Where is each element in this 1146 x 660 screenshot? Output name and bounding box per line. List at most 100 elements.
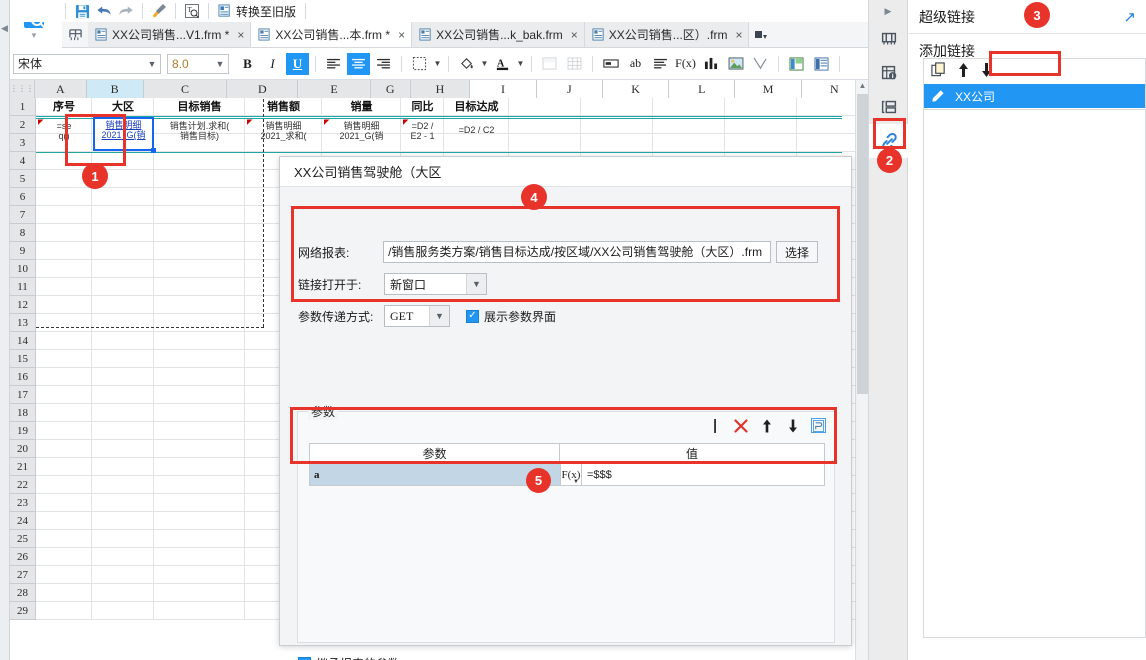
chevron-down-icon[interactable]: ▼ (573, 479, 579, 485)
cell-a2[interactable]: =se q() (36, 119, 92, 141)
grid-cell[interactable] (154, 350, 245, 368)
rail-expand-icon[interactable]: ▶ (869, 0, 907, 22)
chevron-down-icon[interactable]: ▼ (144, 55, 160, 73)
choose-report-button[interactable]: 选择 (776, 241, 818, 263)
grid-cell[interactable] (92, 278, 154, 296)
redo-button[interactable] (115, 1, 137, 21)
grid-cell[interactable] (154, 386, 245, 404)
grid-cell[interactable] (92, 440, 154, 458)
grid-cell[interactable] (36, 422, 92, 440)
font-color-dropdown-icon[interactable]: ▼ (515, 59, 526, 68)
method-select[interactable]: GET ▼ (384, 305, 450, 327)
format-painter-button[interactable] (148, 1, 170, 21)
save-button[interactable] (71, 1, 93, 21)
grid-cell[interactable] (92, 566, 154, 584)
tab-close-icon[interactable]: × (735, 28, 742, 42)
tab-close-icon[interactable]: × (398, 28, 405, 42)
column-header-g[interactable]: G (370, 80, 411, 98)
param-name-cell[interactable]: a (310, 464, 560, 485)
grid-cell[interactable] (154, 458, 245, 476)
selected-cell-b2[interactable]: 销售明细 2021_G(销 (93, 117, 154, 151)
grid-cell[interactable] (725, 98, 797, 116)
fill-color-dropdown-icon[interactable]: ▼ (479, 59, 490, 68)
text-search-button[interactable]: T (181, 1, 203, 21)
tab-item[interactable]: XX公司销售...区）.frm × (584, 22, 750, 47)
chevron-down-icon[interactable]: ▼ (212, 55, 228, 73)
row-header-22[interactable]: 22 (10, 476, 36, 494)
cell-element-button[interactable] (869, 90, 909, 124)
grid-cell[interactable] (92, 296, 154, 314)
grid-cell[interactable] (36, 386, 92, 404)
grid-cell[interactable] (92, 476, 154, 494)
font-size-select[interactable]: 8.0 ▼ (167, 53, 229, 74)
row-header-23[interactable]: 23 (10, 494, 36, 512)
grid-cell[interactable] (444, 134, 509, 152)
grid-cell[interactable] (92, 602, 154, 620)
row-header-18[interactable]: 18 (10, 404, 36, 422)
cell-h2[interactable]: =D2 / C2 (444, 125, 509, 135)
grid-cell[interactable] (36, 404, 92, 422)
tab-close-icon[interactable]: × (237, 28, 244, 42)
grid-cell[interactable] (92, 530, 154, 548)
row-header-24[interactable]: 24 (10, 512, 36, 530)
column-header-a[interactable]: A (35, 80, 87, 98)
row-header-19[interactable]: 19 (10, 422, 36, 440)
column-header-i[interactable]: I (470, 80, 537, 98)
inherit-params-checkbox[interactable]: ✓ 继承报表的参数 (298, 655, 400, 660)
row-header-2[interactable]: 2 (10, 116, 36, 134)
grid-cell[interactable] (154, 278, 245, 296)
grid-cell[interactable] (36, 260, 92, 278)
row-header-10[interactable]: 10 (10, 260, 36, 278)
insert-report-block-button[interactable] (785, 53, 808, 75)
column-header-b[interactable]: B (86, 80, 144, 98)
link-list[interactable]: XX公司 (923, 84, 1146, 110)
row-header-9[interactable]: 9 (10, 242, 36, 260)
grid-cell[interactable] (36, 584, 92, 602)
cell-e1[interactable]: 销量 (322, 99, 401, 116)
grid-cell[interactable] (92, 260, 154, 278)
move-link-up-button[interactable] (957, 62, 970, 81)
copy-link-button[interactable] (931, 62, 947, 81)
move-param-down-button[interactable] (785, 418, 800, 433)
scrollbar-thumb[interactable] (857, 94, 868, 394)
row-header-20[interactable]: 20 (10, 440, 36, 458)
hyperlink-settings-dialog[interactable]: XX公司销售驾驶舱（大区 网络报表: /销售服务类方案/销售目标达成/按区域/X… (279, 156, 852, 660)
cell-d1[interactable]: 销售额 (245, 99, 322, 116)
edit-link-icon[interactable] (924, 84, 950, 108)
delete-param-button[interactable] (733, 418, 748, 433)
grid-cell[interactable] (36, 602, 92, 620)
preview-param-button[interactable] (811, 418, 826, 433)
column-header-h[interactable]: H (410, 80, 471, 98)
grid-cell[interactable] (154, 152, 245, 170)
grid-cell[interactable] (154, 602, 245, 620)
cell-h1[interactable]: 目标达成 (444, 99, 509, 116)
row-header-11[interactable]: 11 (10, 278, 36, 296)
collapse-arrow-icon[interactable]: ◀ (1, 24, 8, 33)
grid-cell[interactable] (36, 350, 92, 368)
row-header-25[interactable]: 25 (10, 530, 36, 548)
cell-attribute-button[interactable] (869, 56, 909, 90)
row-header-27[interactable]: 27 (10, 566, 36, 584)
grid-cell[interactable] (92, 224, 154, 242)
grid-cell[interactable] (36, 206, 92, 224)
grid-cell[interactable] (36, 296, 92, 314)
align-left-button[interactable] (322, 53, 345, 75)
grid-cell[interactable] (92, 422, 154, 440)
row-header-26[interactable]: 26 (10, 548, 36, 566)
checkbox-checked-icon[interactable]: ✓ (466, 309, 479, 323)
grid-cell[interactable] (92, 404, 154, 422)
row-header-17[interactable]: 17 (10, 386, 36, 404)
align-right-button[interactable] (372, 53, 395, 75)
widget-settings-button[interactable] (869, 22, 909, 56)
column-header-k[interactable]: K (602, 80, 670, 98)
grid-cell[interactable] (154, 332, 245, 350)
grid-cell[interactable] (154, 566, 245, 584)
grid-cell[interactable] (154, 530, 245, 548)
vertical-scrollbar[interactable]: ▲ (855, 80, 868, 660)
select-all-corner[interactable]: ⋮⋮⋮ (10, 80, 35, 98)
tab-item[interactable]: XX公司销售...k_bak.frm × (412, 22, 585, 47)
row-header-29[interactable]: 29 (10, 602, 36, 620)
grid-cell[interactable] (154, 584, 245, 602)
grid-cell[interactable] (92, 458, 154, 476)
grid-cell[interactable] (92, 242, 154, 260)
